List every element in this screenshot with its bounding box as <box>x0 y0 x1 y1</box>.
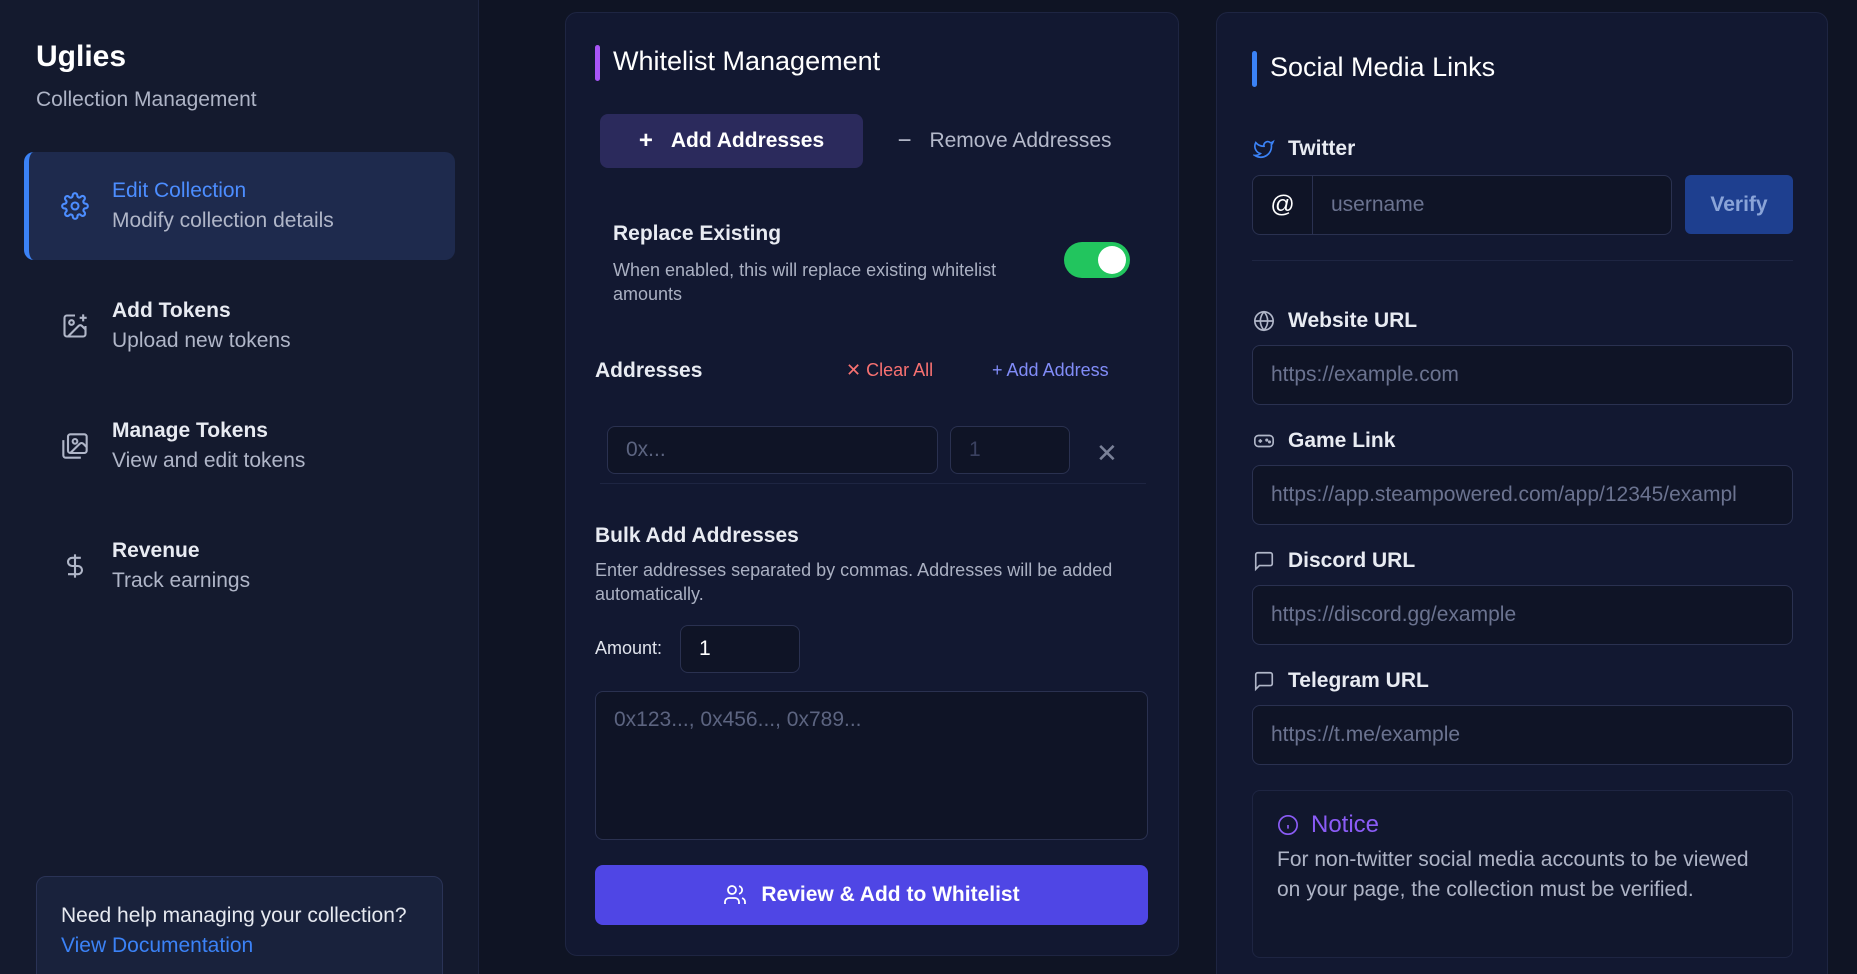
field-label-text: Twitter <box>1288 137 1356 160</box>
review-button-label: Review & Add to Whitelist <box>761 883 1020 906</box>
notice-text: For non-twitter social media accounts to… <box>1277 848 1749 901</box>
nav-item-label: Manage Tokens <box>112 419 268 442</box>
nav-item-label: Edit Collection <box>112 179 247 202</box>
gamepad-icon <box>1252 429 1276 453</box>
bulk-addresses-textarea[interactable]: 0x123..., 0x456..., 0x789... <box>595 691 1148 840</box>
image-plus-icon <box>60 311 90 341</box>
replace-existing-title: Replace Existing <box>613 222 782 245</box>
nav-item-desc: View and edit tokens <box>112 449 306 472</box>
message-square-icon <box>1252 669 1276 693</box>
plus-icon: + <box>638 127 653 154</box>
discord-url-input[interactable]: https://discord.gg/example <box>1252 585 1793 645</box>
notice-title-text: Notice <box>1311 811 1380 838</box>
nav-item-add-tokens[interactable]: Add Tokens Upload new tokens <box>24 272 455 380</box>
nav-item-manage-tokens[interactable]: Manage Tokens View and edit tokens <box>24 392 455 500</box>
at-prefix: @ <box>1252 175 1313 235</box>
game-link-input[interactable]: https://app.steampowered.com/app/12345/e… <box>1252 465 1793 525</box>
plus-icon: + <box>992 360 1007 380</box>
twitter-icon <box>1252 137 1276 161</box>
address-input[interactable]: 0x... <box>607 426 938 474</box>
help-box: Need help managing your collection? View… <box>36 876 443 974</box>
notice-box: Notice For non-twitter social media acco… <box>1252 790 1793 958</box>
toggle-knob <box>1098 246 1126 274</box>
field-label-text: Game Link <box>1288 429 1396 452</box>
review-add-whitelist-button[interactable]: Review & Add to Whitelist <box>595 865 1148 925</box>
replace-existing-desc: When enabled, this will replace existing… <box>613 260 997 304</box>
nav-item-label: Add Tokens <box>112 299 231 322</box>
nav-item-revenue[interactable]: Revenue Track earnings <box>24 512 455 620</box>
notice-title: Notice <box>1277 811 1379 839</box>
whitelist-title: Whitelist Management <box>595 45 880 81</box>
replace-existing-toggle[interactable] <box>1064 242 1130 278</box>
sidebar: Uglies Collection Management Edit Collec… <box>0 0 479 974</box>
remove-address-icon[interactable]: ✕ <box>1096 438 1118 469</box>
help-text: Need help managing your collection? <box>61 904 407 927</box>
images-icon <box>60 431 90 461</box>
nav-item-desc: Track earnings <box>112 569 251 592</box>
documentation-link[interactable]: View Documentation <box>61 931 418 961</box>
twitter-label: Twitter <box>1252 137 1355 161</box>
nav-item-desc: Modify collection details <box>112 209 334 232</box>
add-address-label: Add Address <box>1006 360 1109 380</box>
globe-icon <box>1252 309 1276 333</box>
collection-title: Uglies <box>36 40 127 73</box>
clear-all-label: Clear All <box>866 360 934 380</box>
tab-remove-addresses[interactable]: − Remove Addresses <box>863 114 1146 168</box>
addresses-label: Addresses <box>595 359 703 382</box>
field-label-text: Telegram URL <box>1288 669 1429 692</box>
bulk-add-desc: Enter addresses separated by commas. Add… <box>595 560 1113 604</box>
gear-icon <box>60 191 90 221</box>
divider <box>1252 260 1793 261</box>
nav-item-edit-collection[interactable]: Edit Collection Modify collection detail… <box>24 152 455 260</box>
collection-subtitle: Collection Management <box>36 88 257 111</box>
minus-icon: − <box>897 127 912 154</box>
twitter-username-input[interactable]: username <box>1312 175 1672 235</box>
clear-all-button[interactable]: ✕ Clear All <box>846 360 933 381</box>
nav-item-desc: Upload new tokens <box>112 329 291 352</box>
game-link-label: Game Link <box>1252 429 1395 453</box>
bulk-add-title: Bulk Add Addresses <box>595 524 799 547</box>
field-label-text: Website URL <box>1288 309 1418 332</box>
message-square-icon <box>1252 549 1276 573</box>
field-label-text: Discord URL <box>1288 549 1416 572</box>
discord-label: Discord URL <box>1252 549 1415 573</box>
verify-button[interactable]: Verify <box>1685 175 1793 234</box>
tab-add-addresses[interactable]: + Add Addresses <box>600 114 863 168</box>
telegram-label: Telegram URL <box>1252 669 1429 693</box>
address-amount-input[interactable]: 1 <box>950 426 1070 474</box>
dollar-icon <box>60 551 90 581</box>
telegram-url-input[interactable]: https://t.me/example <box>1252 705 1793 765</box>
users-icon <box>723 883 747 907</box>
replace-existing-setting: Replace Existing When enabled, this will… <box>600 206 1146 316</box>
website-label: Website URL <box>1252 309 1417 333</box>
x-icon: ✕ <box>846 360 867 380</box>
nav-item-label: Revenue <box>112 539 200 562</box>
info-icon <box>1277 814 1299 836</box>
tab-label: Remove Addresses <box>929 129 1112 152</box>
amount-label: Amount: <box>595 638 663 658</box>
bulk-amount-input[interactable]: 1 <box>680 625 800 673</box>
add-address-button[interactable]: + Add Address <box>992 360 1109 381</box>
social-links-title: Social Media Links <box>1252 51 1495 87</box>
website-url-input[interactable]: https://example.com <box>1252 345 1793 405</box>
tab-label: Add Addresses <box>670 129 825 152</box>
whitelist-tabs: + Add Addresses − Remove Addresses <box>600 114 1146 168</box>
